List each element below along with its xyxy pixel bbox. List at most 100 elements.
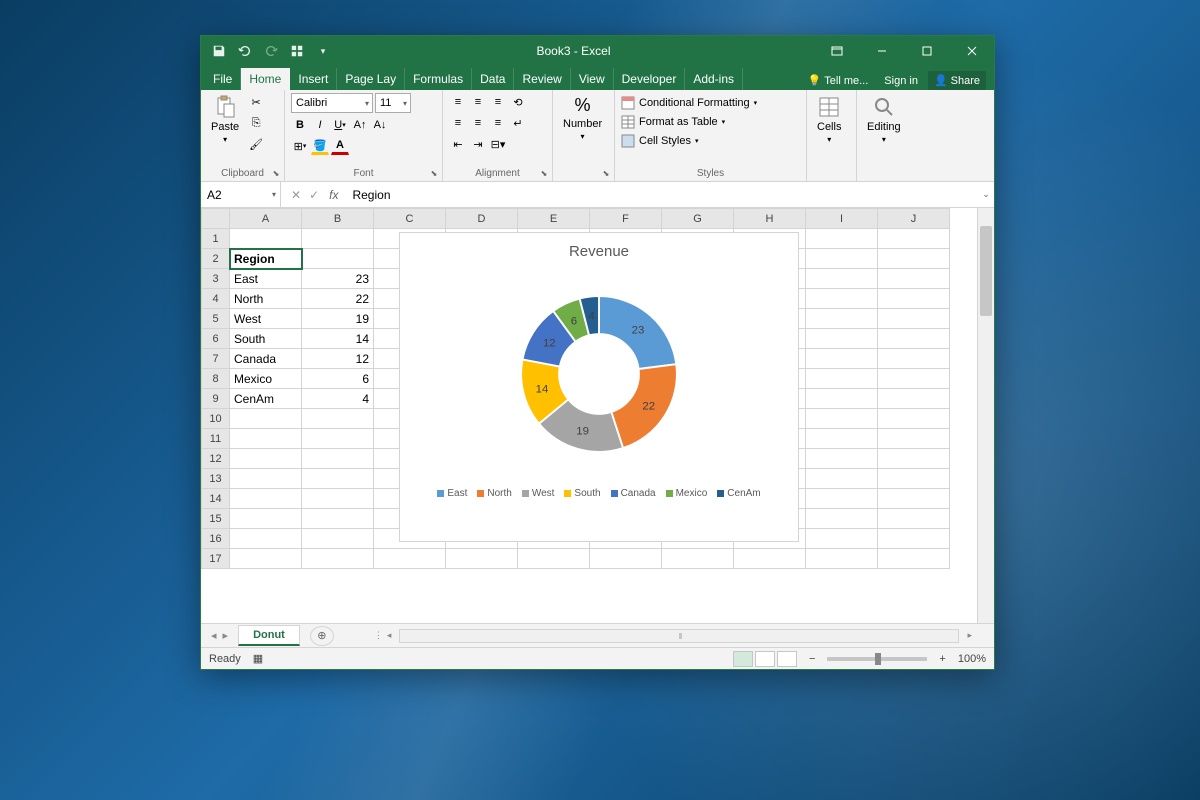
maximize-icon[interactable] [904, 36, 949, 66]
cancel-formula-icon[interactable]: ✕ [291, 188, 301, 202]
row-header[interactable]: 7 [202, 349, 230, 369]
cell[interactable] [302, 509, 374, 529]
row-header[interactable]: 12 [202, 449, 230, 469]
align-top-icon[interactable]: ≡ [449, 93, 467, 111]
zoom-slider[interactable] [827, 657, 927, 661]
cell[interactable]: 14 [302, 329, 374, 349]
column-header[interactable]: H [734, 209, 806, 229]
cell[interactable] [518, 549, 590, 569]
column-header[interactable]: I [806, 209, 878, 229]
cell[interactable] [302, 229, 374, 249]
cell[interactable]: 12 [302, 349, 374, 369]
number-dialog-launcher[interactable]: ⬊ [600, 167, 612, 179]
cell[interactable] [878, 469, 950, 489]
name-box[interactable]: A2 [201, 182, 281, 207]
undo-icon[interactable] [235, 41, 255, 61]
cell[interactable] [806, 409, 878, 429]
decrease-indent-icon[interactable]: ⇤ [449, 135, 467, 153]
cell[interactable] [302, 249, 374, 269]
row-header[interactable]: 8 [202, 369, 230, 389]
tab-file[interactable]: File [205, 68, 241, 90]
cell[interactable]: Mexico [230, 369, 302, 389]
decrease-font-icon[interactable]: A↓ [371, 116, 389, 134]
ribbon-display-icon[interactable] [814, 36, 859, 66]
cell[interactable] [806, 309, 878, 329]
cell[interactable] [806, 369, 878, 389]
cell[interactable] [878, 409, 950, 429]
font-color-icon[interactable]: A [331, 137, 349, 155]
macro-record-icon[interactable]: ▦ [253, 652, 263, 665]
prev-sheet-icon[interactable]: ◂ [211, 629, 217, 642]
row-header[interactable]: 17 [202, 549, 230, 569]
column-header[interactable]: A [230, 209, 302, 229]
row-header[interactable]: 10 [202, 409, 230, 429]
page-break-view-icon[interactable] [777, 651, 797, 667]
cell[interactable] [230, 449, 302, 469]
close-icon[interactable] [949, 36, 994, 66]
row-header[interactable]: 13 [202, 469, 230, 489]
row-header[interactable]: 16 [202, 529, 230, 549]
column-header[interactable]: D [446, 209, 518, 229]
cell[interactable] [662, 549, 734, 569]
row-header[interactable]: 15 [202, 509, 230, 529]
zoom-in-icon[interactable]: + [939, 653, 945, 665]
cell[interactable] [374, 549, 446, 569]
cell[interactable] [806, 429, 878, 449]
number-format-button[interactable]: % Number ▾ [559, 93, 606, 143]
tab-page-lay[interactable]: Page Lay [337, 68, 405, 90]
cell[interactable] [806, 329, 878, 349]
cell[interactable] [806, 529, 878, 549]
cell[interactable]: 22 [302, 289, 374, 309]
align-right-icon[interactable]: ≡ [489, 114, 507, 132]
cell[interactable] [878, 449, 950, 469]
fx-icon[interactable]: fx [329, 188, 346, 202]
touch-mode-icon[interactable] [287, 41, 307, 61]
align-center-icon[interactable]: ≡ [469, 114, 487, 132]
row-header[interactable]: 11 [202, 429, 230, 449]
cell[interactable]: Canada [230, 349, 302, 369]
bold-button[interactable]: B [291, 116, 309, 134]
tab-home[interactable]: Home [241, 68, 290, 90]
cell[interactable] [806, 489, 878, 509]
row-header[interactable]: 2 [202, 249, 230, 269]
column-header[interactable]: J [878, 209, 950, 229]
fill-color-icon[interactable]: 🪣 [311, 137, 329, 155]
cut-icon[interactable]: ✂ [247, 93, 265, 111]
cell[interactable] [590, 549, 662, 569]
cell[interactable] [878, 329, 950, 349]
cell[interactable] [734, 549, 806, 569]
page-layout-view-icon[interactable] [755, 651, 775, 667]
cell[interactable] [878, 529, 950, 549]
cells-button[interactable]: Cells ▾ [813, 93, 845, 146]
cell[interactable] [230, 509, 302, 529]
cell[interactable] [878, 289, 950, 309]
borders-icon[interactable]: ⊞▾ [291, 137, 309, 155]
formula-input[interactable] [346, 188, 978, 202]
cell[interactable] [230, 469, 302, 489]
tab-formulas[interactable]: Formulas [405, 68, 472, 90]
cell[interactable]: 23 [302, 269, 374, 289]
merge-center-icon[interactable]: ⊟▾ [489, 135, 507, 153]
cell[interactable] [230, 489, 302, 509]
tab-developer[interactable]: Developer [614, 68, 686, 90]
tell-me-button[interactable]: 💡Tell me... [802, 71, 875, 90]
cell[interactable] [806, 469, 878, 489]
cell[interactable] [806, 509, 878, 529]
cell[interactable] [878, 369, 950, 389]
cell[interactable] [446, 549, 518, 569]
copy-icon[interactable]: ⎘ [247, 114, 265, 132]
spreadsheet-grid[interactable]: ABCDEFGHIJ12Region3East234North225West19… [201, 208, 977, 623]
editing-button[interactable]: Editing ▾ [863, 93, 905, 146]
hscroll-right-icon[interactable]: ▸ [963, 630, 976, 641]
horizontal-scrollbar[interactable] [399, 629, 959, 643]
column-header[interactable]: E [518, 209, 590, 229]
redo-icon[interactable] [261, 41, 281, 61]
qat-dropdown-icon[interactable]: ▾ [313, 41, 333, 61]
font-dialog-launcher[interactable]: ⬊ [428, 167, 440, 179]
italic-button[interactable]: I [311, 116, 329, 134]
column-header[interactable]: B [302, 209, 374, 229]
share-button[interactable]: 👤Share [928, 71, 986, 90]
cell[interactable] [878, 349, 950, 369]
font-size-select[interactable]: 11 [375, 93, 411, 113]
align-bottom-icon[interactable]: ≡ [489, 93, 507, 111]
